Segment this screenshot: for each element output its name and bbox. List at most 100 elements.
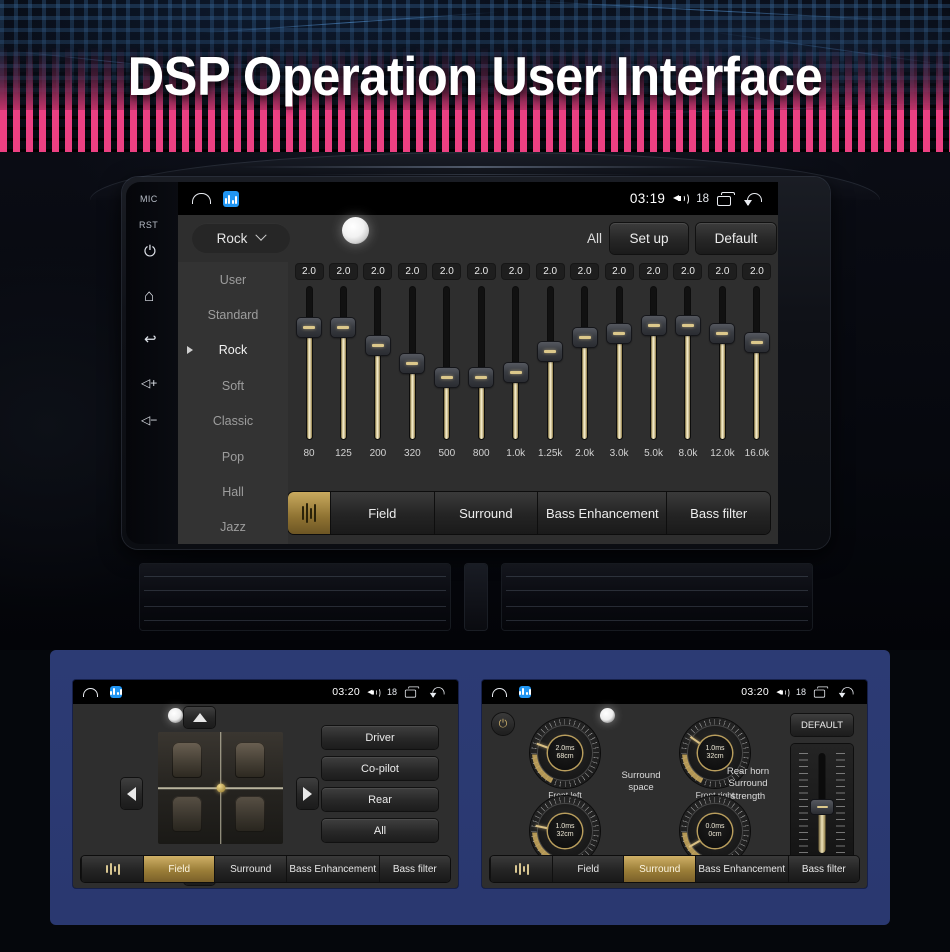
back-icon[interactable] <box>744 192 764 206</box>
eq-slider-thumb[interactable] <box>642 316 666 335</box>
default-button[interactable]: Default <box>696 223 776 254</box>
dsp-tab-bar[interactable]: Field Surround Bass Enhancement Bass fil… <box>288 492 770 534</box>
eq-gain-value: 2.0 <box>296 264 323 279</box>
volume-down-icon[interactable]: ◁− <box>141 414 157 426</box>
eq-slider[interactable] <box>683 287 693 439</box>
eq-slider[interactable] <box>442 287 452 439</box>
eq-slider-thumb[interactable] <box>331 318 355 337</box>
tab-bass-enhancement[interactable]: Bass Enhancement <box>695 856 788 882</box>
home-icon[interactable] <box>492 688 507 697</box>
equalizer-icon-tab[interactable] <box>490 856 552 882</box>
preset-option-pop[interactable]: Pop <box>178 439 288 474</box>
preset-option-soft[interactable]: Soft <box>178 368 288 403</box>
eq-slider[interactable] <box>407 287 417 439</box>
tab-bass-filter[interactable]: Bass filter <box>379 856 450 882</box>
eq-slider[interactable] <box>649 287 659 439</box>
tab-surround[interactable]: Surround <box>434 492 538 534</box>
field-move-up-button[interactable] <box>184 707 215 728</box>
tab-bass-enhancement[interactable]: Bass Enhancement <box>537 492 666 534</box>
back-icon[interactable]: ↩ <box>144 332 157 347</box>
eq-slider[interactable] <box>545 287 555 439</box>
preset-option-user[interactable]: User <box>178 262 288 297</box>
recent-apps-icon[interactable] <box>717 192 736 206</box>
dsp-tab-bar[interactable]: Field Surround Bass Enhancement Bass fil… <box>490 856 859 882</box>
eq-slider-thumb[interactable] <box>745 333 769 352</box>
eq-slider[interactable] <box>614 287 624 439</box>
field-preset-driver[interactable]: Driver <box>322 726 438 749</box>
eq-slider[interactable] <box>511 287 521 439</box>
preset-option-rock[interactable]: Rock <box>178 333 288 368</box>
preset-option-hall[interactable]: Hall <box>178 474 288 509</box>
back-icon[interactable] <box>430 686 446 697</box>
dsp-app-icon[interactable] <box>110 686 122 698</box>
field-move-left-button[interactable] <box>121 778 142 809</box>
field-preset-rear[interactable]: Rear <box>322 788 438 811</box>
preset-option-classic[interactable]: Classic <box>178 404 288 439</box>
recent-apps-icon[interactable] <box>814 686 829 697</box>
slider-thumb[interactable] <box>811 800 833 814</box>
eq-slider-thumb[interactable] <box>469 368 493 387</box>
field-preset-co-pilot[interactable]: Co-pilot <box>322 757 438 780</box>
home-icon[interactable] <box>83 688 98 697</box>
home-icon[interactable]: ⌂ <box>144 287 154 304</box>
eq-slider-thumb[interactable] <box>435 368 459 387</box>
tab-bass-filter[interactable]: Bass filter <box>788 856 859 882</box>
delay-knob-front-left[interactable]: 2.0ms68cm <box>530 718 600 788</box>
home-icon[interactable] <box>192 193 211 204</box>
eq-slider-thumb[interactable] <box>366 336 390 355</box>
eq-slider-thumb[interactable] <box>607 324 631 343</box>
surround-strength-slider[interactable] <box>791 744 853 862</box>
preset-option-jazz[interactable]: Jazz <box>178 510 288 544</box>
eq-slider-thumb[interactable] <box>676 316 700 335</box>
eq-slider[interactable] <box>373 287 383 439</box>
status-bar-left <box>192 191 239 207</box>
surround-power-toggle[interactable]: ⏻ <box>492 713 514 735</box>
preset-list[interactable]: UserStandardRockSoftClassicPopHallJazz <box>178 262 288 544</box>
eq-slider[interactable] <box>304 287 314 439</box>
eq-slider-thumb[interactable] <box>710 324 734 343</box>
volume-icon[interactable] <box>776 687 788 698</box>
recent-apps-icon[interactable] <box>405 686 420 697</box>
tab-surround[interactable]: Surround <box>623 856 694 882</box>
knob-value-cm: 68cm <box>556 753 573 761</box>
eq-band: 2.0500 <box>432 264 462 459</box>
eq-slider-thumb[interactable] <box>573 328 597 347</box>
field-preset-all[interactable]: All <box>322 819 438 842</box>
dsp-app-icon[interactable] <box>519 686 531 698</box>
equalizer-icon-tab[interactable] <box>81 856 143 882</box>
volume-icon[interactable] <box>367 687 379 698</box>
eq-slider[interactable] <box>717 287 727 439</box>
surround-default-button[interactable]: DEFAULT <box>791 714 853 736</box>
dashboard-trim-line <box>240 166 710 168</box>
eq-slider-thumb[interactable] <box>297 318 321 337</box>
volume-icon[interactable] <box>673 192 688 205</box>
dsp-tab-bar[interactable]: Field Surround Bass Enhancement Bass fil… <box>81 856 450 882</box>
mic-label: MIC <box>140 194 158 204</box>
eq-slider[interactable] <box>752 287 762 439</box>
sound-field-position-marker[interactable] <box>216 784 225 793</box>
power-icon[interactable]: ⏻ <box>144 244 156 259</box>
eq-slider-fill <box>754 342 759 439</box>
car-seat-diagram[interactable] <box>158 732 283 844</box>
tab-bass-enhancement[interactable]: Bass Enhancement <box>286 856 379 882</box>
eq-frequency-label: 3.0k <box>610 448 629 459</box>
eq-slider-thumb[interactable] <box>400 354 424 373</box>
eq-slider-thumb[interactable] <box>504 363 528 382</box>
field-move-right-button[interactable] <box>297 778 318 809</box>
equalizer-icon-tab[interactable] <box>288 492 330 534</box>
tab-field[interactable]: Field <box>143 856 214 882</box>
tab-field[interactable]: Field <box>330 492 434 534</box>
eq-slider[interactable] <box>476 287 486 439</box>
eq-slider[interactable] <box>338 287 348 439</box>
preset-option-standard[interactable]: Standard <box>178 297 288 332</box>
preset-dropdown[interactable]: Rock <box>192 223 290 253</box>
eq-slider-thumb[interactable] <box>538 342 562 361</box>
setup-button[interactable]: Set up <box>610 223 688 254</box>
volume-up-icon[interactable]: ◁+ <box>141 377 157 389</box>
back-icon[interactable] <box>839 686 855 697</box>
eq-slider[interactable] <box>580 287 590 439</box>
tab-field[interactable]: Field <box>552 856 623 882</box>
dsp-app-icon[interactable] <box>223 191 239 207</box>
tab-surround[interactable]: Surround <box>214 856 285 882</box>
tab-bass-filter[interactable]: Bass filter <box>666 492 770 534</box>
